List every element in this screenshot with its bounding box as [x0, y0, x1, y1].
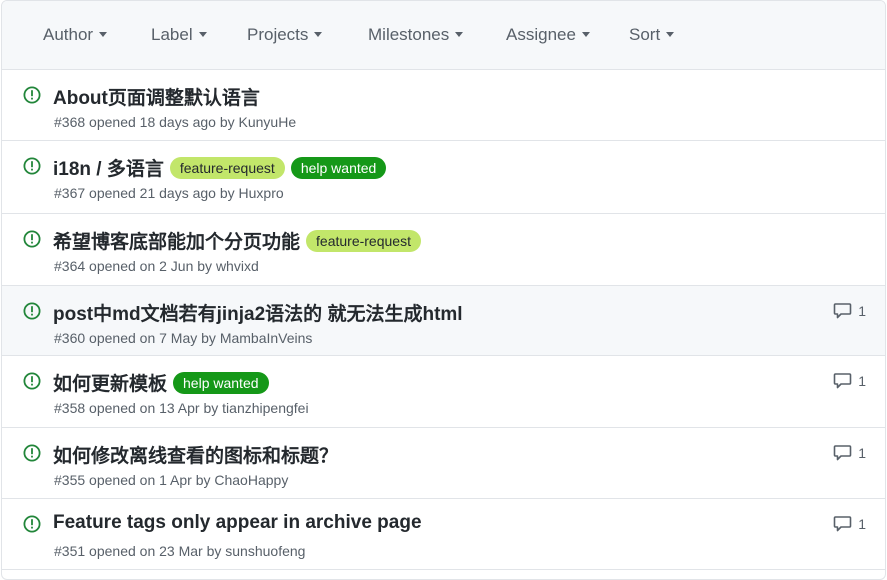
issue-number: #358 [54, 400, 86, 416]
issue-number: #368 [54, 114, 86, 130]
issue-opened-text: opened on 7 May by [89, 330, 216, 346]
filter-sort[interactable]: Sort [629, 25, 675, 45]
issue-title-link[interactable]: 如何更新模板 [53, 369, 167, 396]
issue-row[interactable]: post中md文档若有jinja2语法的 就无法生成html #360 opene… [2, 286, 885, 356]
issue-number: #364 [54, 258, 86, 274]
issue-opened-icon [23, 515, 41, 533]
comments-link[interactable]: 1 [833, 372, 866, 390]
comment-icon [833, 303, 852, 319]
comment-icon [833, 373, 852, 389]
comments-link[interactable]: 1 [833, 444, 866, 462]
issue-meta: #368 opened 18 days ago by KunyuHe [54, 114, 296, 130]
issue-title-line: post中md文档若有jinja2语法的 就无法生成html [53, 299, 463, 326]
caret-down-icon [666, 32, 675, 37]
issue-title-link[interactable]: 希望博客底部能加个分页功能 [53, 227, 300, 254]
issue-meta: #351 opened on 23 Mar by sunshuofeng [54, 543, 305, 559]
issue-title-link[interactable]: i18n / 多语言 [53, 154, 164, 181]
issue-opened-icon [23, 302, 41, 320]
issue-opened-icon [23, 372, 41, 390]
issue-author-link[interactable]: KunyuHe [239, 114, 297, 130]
filter-label: Assignee [506, 25, 576, 44]
issue-meta: #367 opened 21 days ago by Huxpro [54, 185, 284, 201]
filter-label-menu[interactable]: Label [151, 25, 207, 45]
issue-number: #367 [54, 185, 86, 201]
filter-label: Milestones [368, 25, 450, 44]
issue-opened-text: opened on 13 Apr by [89, 400, 219, 416]
issue-author-link[interactable]: MambaInVeins [220, 330, 313, 346]
issue-title-line: Feature tags only appear in archive page [53, 512, 422, 534]
issue-meta: #360 opened on 7 May by MambaInVeins [54, 330, 312, 346]
filter-milestones[interactable]: Milestones [368, 25, 464, 45]
issue-author-link[interactable]: Huxpro [239, 185, 284, 201]
label-feature-request[interactable]: feature-request [306, 229, 421, 252]
issue-row[interactable]: i18n / 多语言 feature-request help wanted #367… [2, 141, 885, 214]
issue-author-link[interactable]: ChaoHappy [214, 472, 288, 488]
issue-meta: #358 opened on 13 Apr by tianzhipengfei [54, 400, 309, 416]
caret-down-icon [99, 32, 108, 37]
caret-down-icon [314, 32, 323, 37]
comment-count: 1 [858, 303, 866, 319]
issue-title-line: 如何修改离线查看的图标和标题？ [53, 441, 338, 468]
filter-author[interactable]: Author [43, 25, 108, 45]
issue-opened-icon [23, 444, 41, 462]
issues-list-box: Author Label Projects Milestones Assigne… [1, 0, 886, 580]
issue-title-line: About页面调整默认语言 [53, 83, 260, 110]
issue-title-link[interactable]: post中md文档若有jinja2语法的 就无法生成html [53, 299, 463, 326]
issue-opened-icon [23, 86, 41, 104]
issue-title-link[interactable]: 如何修改离线查看的图标和标题？ [53, 441, 338, 468]
comment-count: 1 [858, 516, 866, 532]
filter-label: Sort [629, 25, 661, 44]
caret-down-icon [581, 32, 590, 37]
filter-label: Projects [247, 25, 309, 44]
filter-label: Label [151, 25, 193, 44]
issue-opened-text: opened 21 days ago by [89, 185, 235, 201]
issue-opened-text: opened on 1 Apr by [89, 472, 211, 488]
issue-number: #355 [54, 472, 86, 488]
issue-number: #351 [54, 543, 86, 559]
issue-row[interactable]: Feature tags only appear in archive page… [2, 499, 885, 570]
issue-author-link[interactable]: tianzhipengfei [222, 400, 308, 416]
filter-label: Author [43, 25, 94, 44]
comment-icon [833, 516, 852, 532]
comment-count: 1 [858, 373, 866, 389]
issue-number: #360 [54, 330, 86, 346]
comments-link[interactable]: 1 [833, 302, 866, 320]
issue-author-link[interactable]: whvixd [216, 258, 259, 274]
label-help-wanted[interactable]: help wanted [290, 156, 387, 179]
issue-row[interactable]: 希望博客底部能加个分页功能 feature-request #364 opened … [2, 214, 885, 286]
issue-row[interactable]: 如何更新模板 help wanted #358 opened on 13 Apr b… [2, 356, 885, 428]
label-help-wanted[interactable]: help wanted [173, 371, 269, 394]
issue-title-line: 如何更新模板 help wanted [53, 369, 269, 396]
label-feature-request[interactable]: feature-request [169, 156, 285, 179]
issue-opened-icon [23, 230, 41, 248]
issue-opened-icon [23, 157, 41, 175]
issue-row[interactable]: 如何修改离线查看的图标和标题？ #355 opened on 1 Apr by C… [2, 428, 885, 499]
issue-title-line: i18n / 多语言 feature-request help wanted [53, 154, 387, 181]
issue-opened-text: opened on 23 Mar by [89, 543, 222, 559]
issue-opened-text: opened 18 days ago by [89, 114, 235, 130]
issue-row[interactable]: About页面调整默认语言 #368 opened 18 days ago by … [2, 70, 885, 141]
issue-list: About页面调整默认语言 #368 opened 18 days ago by … [2, 70, 885, 570]
comment-count: 1 [858, 445, 866, 461]
filter-assignee[interactable]: Assignee [506, 25, 590, 45]
issue-author-link[interactable]: sunshuofeng [225, 543, 305, 559]
caret-down-icon [455, 32, 464, 37]
issue-title-link[interactable]: About页面调整默认语言 [53, 83, 260, 110]
issue-meta: #355 opened on 1 Apr by ChaoHappy [54, 472, 288, 488]
comment-icon [833, 445, 852, 461]
comments-link[interactable]: 1 [833, 515, 866, 533]
issue-opened-text: opened on 2 Jun by [89, 258, 213, 274]
filter-bar: Author Label Projects Milestones Assigne… [2, 1, 885, 70]
filter-projects[interactable]: Projects [247, 25, 323, 45]
issue-meta: #364 opened on 2 Jun by whvixd [54, 258, 259, 274]
issue-title-line: 希望博客底部能加个分页功能 feature-request [53, 227, 421, 254]
caret-down-icon [198, 32, 207, 37]
issue-title-link[interactable]: Feature tags only appear in archive page [53, 512, 422, 534]
